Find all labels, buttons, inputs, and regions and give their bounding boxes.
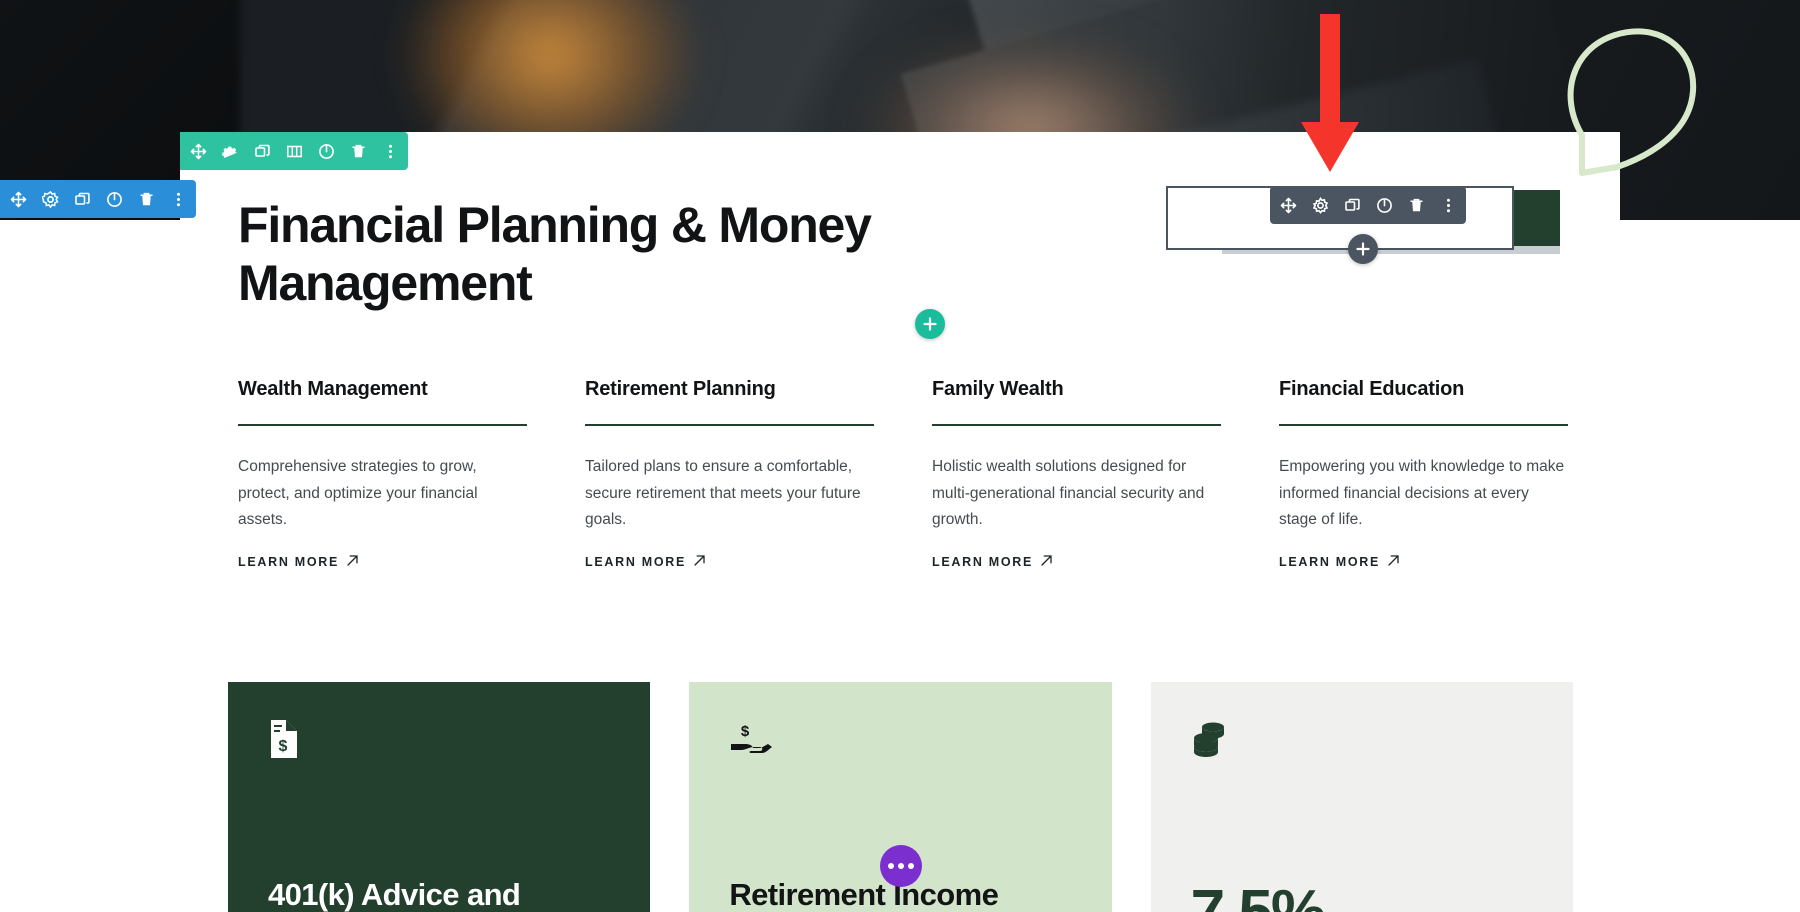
svg-text:$: $ xyxy=(279,738,288,755)
move-icon[interactable] xyxy=(188,141,208,161)
service-column: Financial Education Empowering you with … xyxy=(1279,378,1568,571)
service-divider xyxy=(238,424,527,426)
feature-card-stat: 7.5% xyxy=(1191,877,1326,912)
arrow-up-right-icon xyxy=(1387,554,1400,570)
trash-icon[interactable] xyxy=(348,141,368,161)
learn-more-link[interactable]: LEARN MORE xyxy=(932,554,1053,570)
arrow-up-right-icon xyxy=(1040,554,1053,570)
columns-icon[interactable] xyxy=(284,141,304,161)
services-grid: Wealth Management Comprehensive strategi… xyxy=(238,378,1568,571)
kebab-icon[interactable] xyxy=(380,141,400,161)
learn-more-label: LEARN MORE xyxy=(238,554,340,569)
learn-more-label: LEARN MORE xyxy=(585,554,687,569)
service-description: Comprehensive strategies to grow, protec… xyxy=(238,458,478,529)
service-divider xyxy=(932,424,1221,426)
service-column: Family Wealth Holistic wealth solutions … xyxy=(932,378,1221,571)
module-toolbar[interactable] xyxy=(1270,186,1466,224)
gear-icon[interactable] xyxy=(220,141,240,161)
more-options-button[interactable] xyxy=(880,845,922,887)
service-description: Holistic wealth solutions designed for m… xyxy=(932,458,1205,529)
dot xyxy=(898,863,904,869)
svg-text:$: $ xyxy=(741,723,750,740)
learn-more-link[interactable]: LEARN MORE xyxy=(238,554,359,570)
coins-stack-icon xyxy=(1191,720,1533,766)
service-column: Retirement Planning Tailored plans to en… xyxy=(585,378,874,571)
arrow-up-right-icon xyxy=(346,554,359,570)
trash-icon[interactable] xyxy=(1406,195,1426,215)
service-column: Wealth Management Comprehensive strategi… xyxy=(238,378,527,571)
gear-icon[interactable] xyxy=(1310,195,1330,215)
service-description: Empowering you with knowledge to make in… xyxy=(1279,458,1565,529)
service-title: Retirement Planning xyxy=(585,378,776,400)
feature-card-title: 401(k) Advice and Management xyxy=(268,876,521,912)
dot xyxy=(888,863,894,869)
service-title: Family Wealth xyxy=(932,378,1064,400)
power-icon[interactable] xyxy=(1374,195,1394,215)
feature-card[interactable]: $ 401(k) Advice and Management xyxy=(228,682,651,912)
add-module-button[interactable] xyxy=(1348,234,1378,264)
move-icon[interactable] xyxy=(8,189,28,209)
plus-icon xyxy=(1356,242,1370,256)
service-title: Financial Education xyxy=(1279,378,1465,400)
duplicate-icon[interactable] xyxy=(72,189,92,209)
learn-more-label: LEARN MORE xyxy=(1279,554,1381,569)
row-toolbar[interactable] xyxy=(0,180,196,218)
add-row-button[interactable] xyxy=(915,309,945,339)
learn-more-label: LEARN MORE xyxy=(932,554,1034,569)
duplicate-icon[interactable] xyxy=(252,141,272,161)
page-title: Financial Planning & Money Management xyxy=(238,197,872,311)
kebab-icon[interactable] xyxy=(1438,195,1458,215)
trash-icon[interactable] xyxy=(136,189,156,209)
hand-holding-dollar-icon: $ xyxy=(729,720,1071,766)
section-toolbar[interactable] xyxy=(180,132,408,170)
move-icon[interactable] xyxy=(1278,195,1298,215)
feature-card[interactable]: 7.5% xyxy=(1150,682,1573,912)
service-divider xyxy=(585,424,874,426)
power-icon[interactable] xyxy=(104,189,124,209)
gear-icon[interactable] xyxy=(40,189,60,209)
plus-icon xyxy=(923,317,937,331)
power-icon[interactable] xyxy=(316,141,336,161)
learn-more-link[interactable]: LEARN MORE xyxy=(585,554,706,570)
service-divider xyxy=(1279,424,1568,426)
arrow-up-right-icon xyxy=(693,554,706,570)
document-dollar-icon: $ xyxy=(268,720,610,766)
service-title: Wealth Management xyxy=(238,378,428,400)
learn-more-link[interactable]: LEARN MORE xyxy=(1279,554,1400,570)
kebab-icon[interactable] xyxy=(168,189,188,209)
service-description: Tailored plans to ensure a comfortable, … xyxy=(585,458,861,529)
dot xyxy=(908,863,914,869)
duplicate-icon[interactable] xyxy=(1342,195,1362,215)
